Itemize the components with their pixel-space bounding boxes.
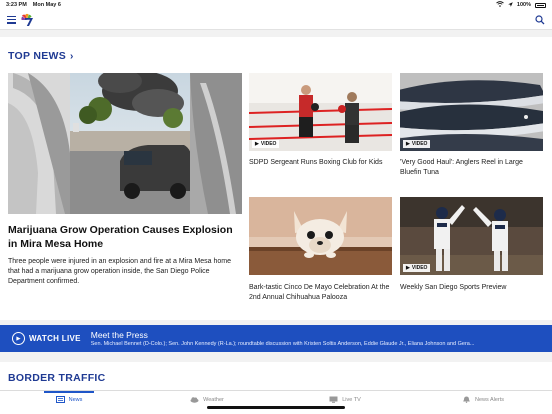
wifi-icon [496, 1, 504, 9]
bottom-tab-bar: News Weather Live TV News Alerts [0, 390, 552, 414]
bell-icon [463, 396, 470, 403]
sports-preview-card-image[interactable]: ▶ VIDEO [400, 197, 543, 275]
app-header [0, 10, 552, 30]
sports-preview-card-title[interactable]: Weekly San Diego Sports Preview [400, 283, 545, 293]
battery-percent: 100% [516, 2, 531, 8]
video-badge: ▶ VIDEO [252, 140, 280, 148]
play-circle-icon[interactable]: ▶ [12, 332, 25, 345]
home-indicator [207, 406, 345, 409]
top-news-heading[interactable]: TOP NEWS › [8, 50, 74, 62]
play-icon: ▶ [406, 265, 410, 271]
lead-story-description: Three people were injured in an explosio… [8, 258, 231, 285]
tab-news[interactable]: News [0, 391, 138, 414]
location-icon [508, 1, 513, 9]
weather-cloud-icon [190, 397, 199, 403]
bluefin-tuna-card-image[interactable]: ▶ VIDEO [400, 73, 543, 151]
news-icon [55, 396, 65, 403]
tab-weather-label: Weather [203, 396, 224, 403]
tab-news-alerts[interactable]: News Alerts [414, 391, 552, 414]
tv-icon [329, 396, 338, 403]
status-time: 3:23 PM [6, 2, 27, 8]
boxing-club-card-image[interactable]: ▶ VIDEO [249, 73, 392, 151]
play-icon: ▶ [406, 141, 410, 147]
status-date: Mon May 6 [32, 2, 61, 8]
bluefin-tuna-card-title[interactable]: 'Very Good Haul': Anglers Reel in Large … [400, 158, 545, 178]
video-badge: ▶ VIDEO [403, 264, 431, 272]
chevron-right-icon: › [70, 50, 74, 62]
boxing-club-card-title[interactable]: SDPD Sergeant Runs Boxing Club for Kids [249, 158, 394, 168]
video-badge: ▶ VIDEO [403, 140, 431, 148]
nbc-7-logo-icon[interactable] [20, 13, 34, 27]
watch-live-label[interactable]: WATCH LIVE [29, 334, 81, 343]
lead-story-image[interactable] [8, 73, 242, 214]
search-icon[interactable] [535, 14, 545, 25]
top-news-label: TOP NEWS [8, 50, 67, 62]
hamburger-menu-icon[interactable] [7, 15, 16, 24]
battery-icon [535, 2, 546, 8]
tab-live-tv-label: Live TV [342, 396, 361, 403]
lead-story-title[interactable]: Marijuana Grow Operation Causes Explosio… [8, 224, 242, 251]
chihuahua-card-image[interactable] [249, 197, 392, 275]
tab-news-alerts-label: News Alerts [474, 396, 505, 403]
border-traffic-heading[interactable]: BORDER TRAFFIC [8, 372, 106, 384]
border-traffic-label: BORDER TRAFFIC [8, 372, 106, 384]
live-show-description: Sen. Michael Bennet (D-Colo.); Sen. John… [90, 340, 475, 347]
live-show-title: Meet the Press [90, 329, 148, 340]
status-bar: 3:23 PM Mon May 6 100% [0, 0, 552, 10]
tab-news-label: News [68, 396, 83, 403]
watch-live-banner[interactable]: ▶ WATCH LIVE Meet the Press Sen. Michael… [0, 325, 552, 352]
play-icon: ▶ [255, 141, 259, 147]
chihuahua-card-title[interactable]: Bark-tastic Cinco De Mayo Celebration At… [249, 283, 394, 303]
tab-weather[interactable]: Weather [138, 391, 276, 414]
tab-live-tv[interactable]: Live TV [276, 391, 414, 414]
